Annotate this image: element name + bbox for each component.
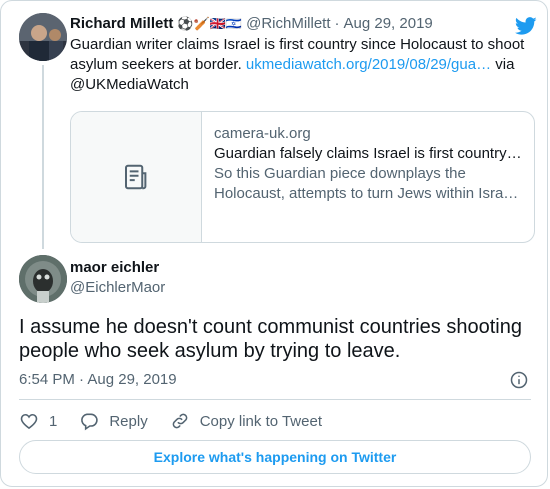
explore-twitter-button[interactable]: Explore what's happening on Twitter [19, 440, 531, 474]
parent-author-handle[interactable]: @RichMillett [246, 13, 330, 35]
parent-date[interactable]: Aug 29, 2019 [344, 13, 433, 35]
header-separator: · [334, 15, 340, 32]
parent-tweet-text: Guardian writer claims Israel is first c… [70, 35, 536, 95]
tweet-actions: 1 Reply Copy link to Tweet [19, 409, 344, 433]
link-card-thumbnail [71, 112, 202, 242]
main-author-handle[interactable]: @EichlerMaor [70, 278, 165, 298]
heart-icon [20, 413, 38, 430]
embedded-tweet-card: Richard Millett ⚽🏏🇬🇧🇮🇱 @RichMillett · Au… [0, 0, 548, 487]
divider [19, 399, 531, 400]
copy-link-button[interactable]: Copy link to Tweet [170, 411, 322, 431]
parent-header: Richard Millett ⚽🏏🇬🇧🇮🇱 @RichMillett · Au… [70, 13, 536, 35]
link-card-domain: camera-uk.org [214, 125, 311, 142]
thread-line [42, 65, 44, 249]
main-tweet-text: I assume he doesn't count communist coun… [19, 316, 522, 362]
main-author-name[interactable]: maor eichler [70, 258, 159, 278]
main-avatar[interactable] [19, 255, 67, 303]
like-count: 1 [49, 412, 58, 430]
link-card-text: camera-uk.org Guardian falsely claims Is… [202, 112, 534, 242]
twitter-logo-icon[interactable] [513, 15, 539, 37]
name-emojis: ⚽🏏🇬🇧🇮🇱 [177, 16, 243, 31]
article-icon [125, 164, 147, 190]
like-button[interactable]: 1 [19, 411, 57, 431]
link-icon [172, 413, 188, 429]
info-icon[interactable] [509, 370, 529, 390]
reply-icon [81, 413, 99, 431]
link-card-title: Guardian falsely claims Israel is first … [214, 145, 522, 162]
parent-tweet-body: Richard Millett ⚽🏏🇬🇧🇮🇱 @RichMillett · Au… [70, 13, 536, 95]
parent-author-name[interactable]: Richard Millett [70, 13, 173, 35]
tweet-timestamp[interactable]: 6:54 PM · Aug 29, 2019 [19, 370, 177, 390]
reply-button[interactable]: Reply [79, 411, 148, 431]
link-card-description: So this Guardian piece downplays the Hol… [214, 165, 519, 202]
parent-avatar[interactable] [19, 13, 67, 61]
copy-link-label: Copy link to Tweet [199, 412, 322, 430]
link-preview-card[interactable]: camera-uk.org Guardian falsely claims Is… [70, 111, 535, 243]
parent-tweet-link[interactable]: ukmediawatch.org/2019/08/29/gua… [246, 56, 491, 73]
reply-label: Reply [109, 412, 148, 430]
